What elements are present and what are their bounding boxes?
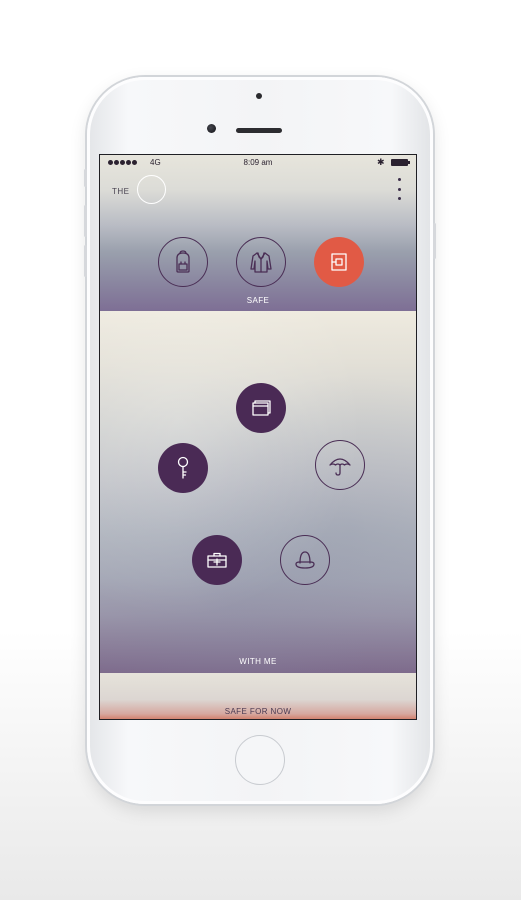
backpack-icon xyxy=(176,250,190,273)
volume-up-button xyxy=(84,205,87,237)
volume-down-button xyxy=(84,245,87,277)
proximity-sensor xyxy=(256,93,262,99)
menu-dot xyxy=(397,178,401,181)
status-time: 8:09 am xyxy=(243,158,273,167)
with-me-section-background xyxy=(100,311,416,673)
menu-dot xyxy=(397,187,401,191)
front-camera xyxy=(207,124,216,133)
menu-button[interactable] xyxy=(396,178,402,200)
backpack-button[interactable] xyxy=(158,237,208,287)
phone-frame: 4G 8:09 am ✱ THE SAFE WITH ME SAFE FOR N… xyxy=(84,77,436,804)
safe-for-now-section-label: SAFE FOR NOW xyxy=(224,707,292,716)
jacket-icon xyxy=(250,252,272,273)
key-button[interactable] xyxy=(158,443,208,493)
phone-screen: 4G 8:09 am ✱ THE SAFE WITH ME SAFE FOR N… xyxy=(99,154,417,720)
wallet-button[interactable] xyxy=(236,383,286,433)
hat-button[interactable] xyxy=(280,535,330,585)
app-title: THE xyxy=(112,187,130,196)
bluetooth-icon: ✱ xyxy=(377,157,385,167)
menu-dot xyxy=(397,197,401,200)
hat-icon xyxy=(295,551,315,569)
umbrella-icon xyxy=(329,458,351,476)
with-me-section-label: WITH ME xyxy=(239,657,277,666)
document-button[interactable] xyxy=(314,237,364,287)
earpiece-speaker xyxy=(236,128,282,133)
home-button[interactable] xyxy=(235,735,285,785)
mute-switch xyxy=(84,169,87,187)
jacket-button[interactable] xyxy=(236,237,286,287)
key-icon xyxy=(177,456,189,479)
logo-circle-icon xyxy=(137,175,166,204)
power-button xyxy=(433,223,436,259)
battery-icon xyxy=(391,159,410,166)
status-bar: 4G 8:09 am ✱ xyxy=(100,155,416,171)
umbrella-button[interactable] xyxy=(315,440,365,490)
wallet-icon xyxy=(252,400,271,416)
document-icon xyxy=(331,253,347,271)
safe-section-label: SAFE xyxy=(246,296,270,305)
first-aid-kit-button[interactable] xyxy=(192,535,242,585)
first-aid-kit-icon xyxy=(207,552,227,568)
